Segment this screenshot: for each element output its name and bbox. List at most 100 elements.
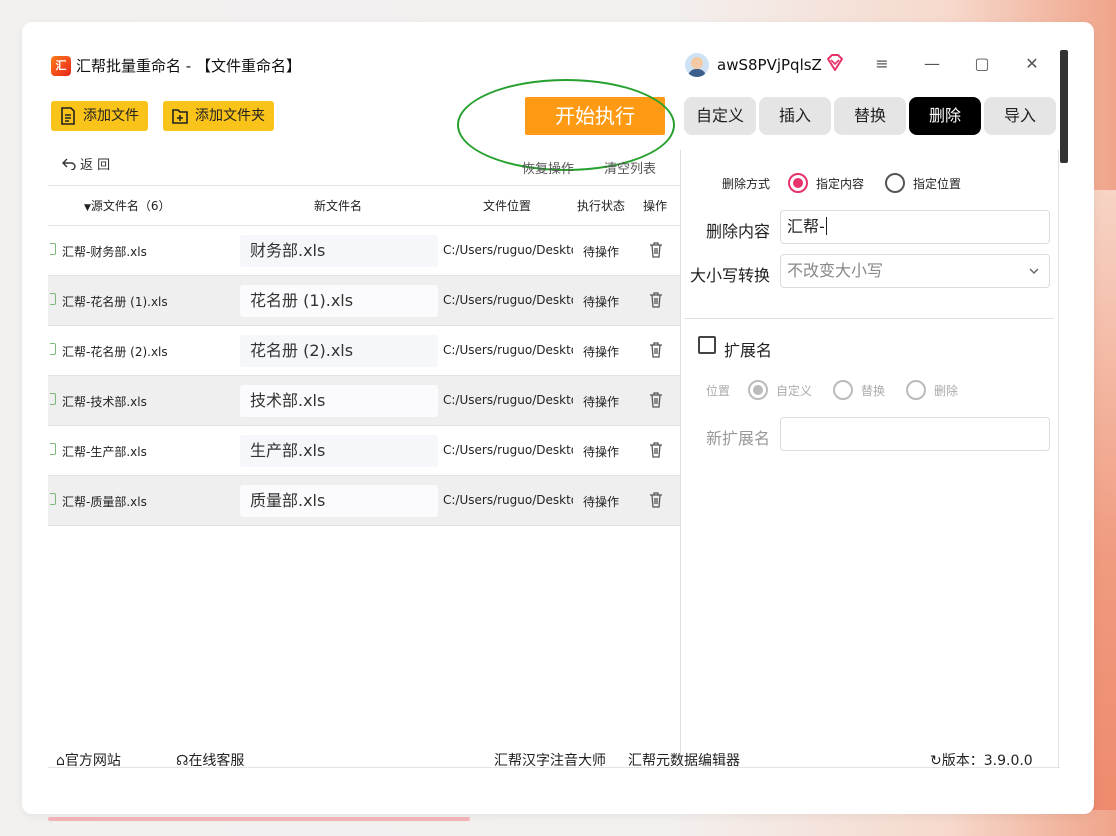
file-location: C:/Users/ruguo/Desktop [443,393,573,407]
maximize-button[interactable]: ▢ [970,52,994,76]
status-text: 待操作 [583,445,620,459]
product-link-pinyin[interactable]: 汇帮汉字注音大师 [494,752,606,768]
column-status-header: 执行状态 [577,199,626,213]
online-support-link[interactable]: ☊在线客服 [176,752,244,768]
tab-import[interactable]: 导入 [984,97,1056,135]
new-filename-field[interactable]: 质量部.xls [240,485,438,517]
refresh-icon: ↻ [930,753,942,768]
trash-icon[interactable] [649,392,663,408]
chevron-down-icon [1029,268,1039,274]
minimize-button[interactable]: — [920,52,944,76]
app-window: 汇 汇帮批量重命名 - 【文件重命名】 awS8PVjPqlsZ ≡ — ▢ ✕… [22,22,1094,814]
radio-ext-replace-label[interactable]: 替换 [861,382,885,399]
column-source-header[interactable]: ▼源文件名（6） [84,198,171,216]
tab-replace[interactable]: 替换 [834,97,906,135]
decorative-underline [48,817,470,821]
headset-icon: ☊ [176,753,189,768]
case-conversion-select[interactable]: 不改变大小写 [780,254,1050,288]
table-row[interactable]: 汇帮-花名册 (2).xls 花名册 (2).xls C:/Users/rugu… [48,326,680,376]
file-icon [50,293,56,305]
window-title: 汇帮批量重命名 - 【文件重命名】 [76,57,301,75]
status-text: 待操作 [583,345,620,359]
panel-right-border [1058,150,1059,767]
add-file-label: 添加文件 [83,108,139,124]
new-extension-input[interactable] [780,417,1050,451]
restore-button[interactable]: 恢复操作 [522,158,574,177]
source-filename: 汇帮-花名册 (2).xls [62,345,168,359]
new-filename-field[interactable]: 技术部.xls [240,385,438,417]
file-icon [50,243,56,255]
radio-ext-replace[interactable] [833,380,853,400]
official-website-link[interactable]: ⌂官方网站 [56,752,121,768]
clear-list-button[interactable]: 清空列表 [604,158,656,177]
file-location: C:/Users/ruguo/Desktop [443,293,573,307]
radio-specified-position-label[interactable]: 指定位置 [913,175,961,192]
source-filename: 汇帮-质量部.xls [62,495,147,509]
source-filename: 汇帮-技术部.xls [62,395,147,409]
add-file-icon [61,107,75,125]
tab-delete[interactable]: 删除 [909,97,981,135]
file-icon [50,393,56,405]
tab-custom[interactable]: 自定义 [684,97,756,135]
source-filename: 汇帮-花名册 (1).xls [62,295,168,309]
table-row[interactable]: 汇帮-生产部.xls 生产部.xls C:/Users/ruguo/Deskto… [48,426,680,476]
new-extension-label: 新扩展名 [706,429,771,448]
column-newname-header: 新文件名 [314,199,363,213]
file-icon [50,443,56,455]
table-row[interactable]: 汇帮-花名册 (1).xls 花名册 (1).xls C:/Users/rugu… [48,276,680,326]
delete-mode-label: 删除方式 [722,177,771,191]
radio-specified-content-label[interactable]: 指定内容 [816,175,864,192]
radio-ext-custom[interactable] [748,380,768,400]
product-link-metadata[interactable]: 汇帮元数据编辑器 [628,752,740,768]
trash-icon[interactable] [649,442,663,458]
add-folder-button[interactable]: 添加文件夹 [163,101,274,131]
section-divider [684,318,1054,319]
tab-insert[interactable]: 插入 [759,97,831,135]
radio-ext-delete-label[interactable]: 删除 [934,382,958,399]
panel-divider [680,150,681,767]
file-location: C:/Users/ruguo/Desktop [443,443,573,457]
add-file-button[interactable]: 添加文件 [51,101,148,131]
table-row[interactable]: 汇帮-财务部.xls 财务部.xls C:/Users/ruguo/Deskto… [48,226,680,276]
close-button[interactable]: ✕ [1020,52,1044,76]
vip-diamond-icon[interactable] [825,53,845,73]
column-location-header: 文件位置 [483,199,532,213]
source-filename: 汇帮-财务部.xls [62,245,147,259]
delete-content-input[interactable]: 汇帮- [780,210,1050,244]
trash-icon[interactable] [649,242,663,258]
menu-icon[interactable]: ≡ [870,52,894,76]
file-location: C:/Users/ruguo/Desktop [443,493,573,507]
home-icon: ⌂ [56,753,65,768]
delete-content-label: 删除内容 [706,222,771,241]
trash-icon[interactable] [649,292,663,308]
table-row[interactable]: 汇帮-技术部.xls 技术部.xls C:/Users/ruguo/Deskto… [48,376,680,426]
column-action-header: 操作 [643,199,668,213]
undo-icon [62,158,76,171]
radio-specified-content[interactable] [788,173,808,193]
app-logo-icon: 汇 [51,56,71,76]
ext-position-label: 位置 [706,384,731,398]
new-filename-field[interactable]: 财务部.xls [240,235,438,267]
radio-ext-delete[interactable] [906,380,926,400]
status-text: 待操作 [583,245,620,259]
status-text: 待操作 [583,395,620,409]
file-icon [50,343,56,355]
trash-icon[interactable] [649,492,663,508]
extension-checkbox[interactable] [698,336,716,354]
new-filename-field[interactable]: 生产部.xls [240,435,438,467]
trash-icon[interactable] [649,342,663,358]
file-location: C:/Users/ruguo/Desktop [443,343,573,357]
window-scrollbar[interactable] [1060,50,1068,163]
footer-bar: ⌂官方网站 ☊在线客服 汇帮汉字注音大师 汇帮元数据编辑器 ↻版本：3.9.0.… [22,746,1062,768]
status-text: 待操作 [583,295,620,309]
new-filename-field[interactable]: 花名册 (2).xls [240,335,438,367]
extension-label[interactable]: 扩展名 [724,337,772,361]
user-avatar[interactable] [685,53,709,77]
version-info[interactable]: ↻版本：3.9.0.0 [930,752,1033,768]
radio-specified-position[interactable] [885,173,905,193]
radio-ext-custom-label[interactable]: 自定义 [776,382,812,399]
username[interactable]: awS8PVjPqlsZ [717,55,822,75]
table-row[interactable]: 汇帮-质量部.xls 质量部.xls C:/Users/ruguo/Deskto… [48,476,680,526]
new-filename-field[interactable]: 花名册 (1).xls [240,285,438,317]
back-button[interactable]: 返 回 [62,157,110,175]
